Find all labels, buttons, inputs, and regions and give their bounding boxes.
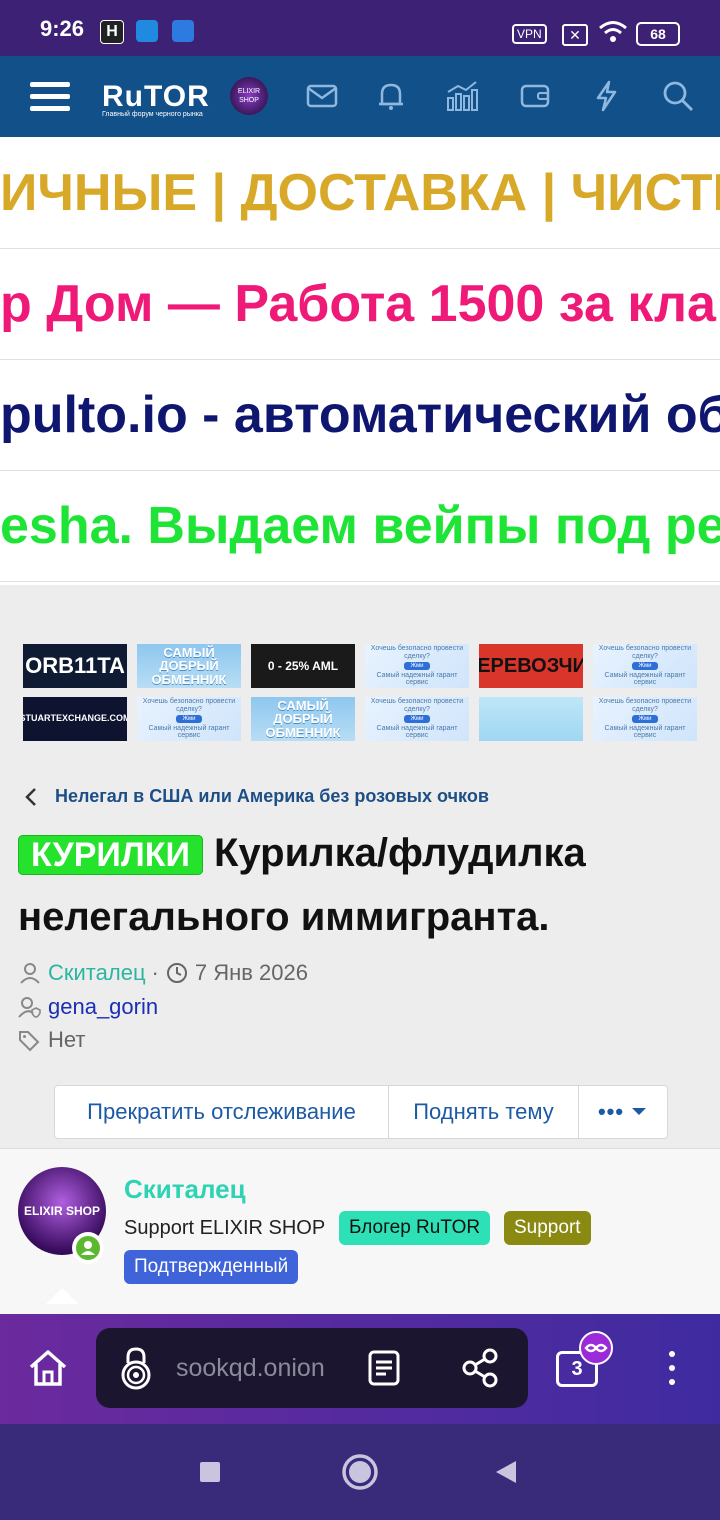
wifi-icon: [599, 21, 627, 42]
post-user-title: Support ELIXIR SHOP: [124, 1217, 326, 1239]
breadcrumb[interactable]: Нелегал в США или Америка без розовых оч…: [55, 786, 489, 807]
thread-title-line2: нелегального иммигранта.: [18, 895, 550, 939]
more-options-button[interactable]: •••: [579, 1086, 667, 1138]
no-sim-icon: ✕: [562, 24, 588, 46]
ad-garant-title: Хочешь безопасно провести сделку?: [370, 645, 464, 660]
thread-author[interactable]: Скиталец: [48, 960, 146, 986]
ad-garant-title: Хочешь безопасно провести сделку?: [142, 698, 236, 713]
ad-garant-button: Жми: [176, 714, 202, 724]
ad-garant-sub: Самый надежный гарант сервис: [604, 672, 686, 687]
thread-tags-row: Нет: [18, 1027, 85, 1053]
wallet-icon[interactable]: [517, 78, 553, 114]
lightning-icon[interactable]: [588, 78, 624, 114]
ad-garant-sub: Самый надежный гарант сервис: [376, 672, 458, 687]
ad-blank[interactable]: [479, 697, 583, 741]
badge-blogger: Блогер RuTOR: [339, 1211, 491, 1245]
chevron-left-icon[interactable]: [22, 786, 40, 808]
thread-prefix-tag[interactable]: КУРИЛКИ: [18, 835, 203, 875]
vpn-indicator: VPN: [512, 24, 547, 44]
post-username[interactable]: Скиталец: [124, 1174, 246, 1205]
ad-garant-button: Жми: [404, 661, 430, 671]
ad-garant[interactable]: Хочешь безопасно провести сделку? Жми Самы…: [593, 697, 697, 741]
site-logo[interactable]: RuTOR: [102, 80, 210, 114]
bell-icon[interactable]: [373, 78, 409, 114]
ad-garant-button: Жми: [404, 714, 430, 724]
ad-aml[interactable]: 0 - 25% AML: [251, 644, 355, 688]
user-avatar[interactable]: ELIXIR SHOP: [230, 77, 268, 115]
ad-dobry-obmennik[interactable]: САМЫЙ ДОБРЫЙ ОБМЕННИК: [251, 697, 355, 741]
battery-indicator: 68: [636, 22, 680, 46]
thread-tags: Нет: [48, 1027, 86, 1052]
user-icon: [20, 963, 40, 984]
user-shield-icon: [18, 997, 41, 1018]
ad-banner-4[interactable]: esha. Выдаем вейпы под реа: [0, 471, 720, 582]
ad-garant-button: Жми: [632, 661, 658, 671]
more-dots-icon: •••: [597, 1099, 625, 1124]
thread-actions: Прекратить отслеживание Поднять тему •••: [54, 1085, 668, 1139]
badge-verified: Подтвержденный: [124, 1250, 299, 1284]
search-icon[interactable]: [660, 78, 696, 114]
ad-garant-sub: Самый надежный гарант сервис: [604, 725, 686, 740]
menu-icon[interactable]: [30, 78, 70, 114]
ad-garant[interactable]: Хочешь безопасно провести сделку? Жми Самы…: [137, 697, 241, 741]
private-mode-icon: [579, 1331, 613, 1365]
ad-stuart-exchange[interactable]: STUARTEXCHANGE.COM: [23, 697, 127, 741]
online-status-icon: [72, 1232, 104, 1264]
bump-thread-button[interactable]: Поднять тему: [389, 1086, 579, 1138]
onion-lock-icon[interactable]: [118, 1345, 154, 1391]
logo-tagline: Главный форум черного рынка: [102, 111, 203, 118]
clock-icon: [166, 963, 187, 983]
ad-garant[interactable]: Хочешь безопасно провести сделку? Жми Самы…: [365, 697, 469, 741]
thread-meta: Скиталец · 7 Янв 2026: [18, 960, 308, 986]
status-bar: 9:26 H VPN ✕ 68: [0, 0, 720, 56]
ad-banner-3[interactable]: pulto.io - автоматический об: [0, 360, 720, 471]
back-icon[interactable]: [492, 1458, 520, 1486]
home-nav-icon[interactable]: [340, 1452, 380, 1492]
more-vertical-icon[interactable]: [660, 1346, 684, 1390]
share-icon[interactable]: [458, 1346, 502, 1390]
ad-dobry-obmennik[interactable]: САМЫЙ ДОБРЫЙ ОБМЕННИК: [137, 644, 241, 688]
ad-garant-sub: Самый надежный гарант сервис: [148, 725, 230, 740]
unwatch-button[interactable]: Прекратить отслеживание: [55, 1086, 389, 1138]
thread-title: КУРИЛКИ Курилка/флудилка нелегального им…: [18, 822, 708, 948]
ad-orbita[interactable]: ORB11TA: [23, 644, 127, 688]
ad-banner-1[interactable]: ИЧНЫЕ | ДОСТАВКА | ЧИСТК: [0, 138, 720, 249]
thread-moderator-row: gena_gorin: [18, 994, 158, 1020]
home-icon[interactable]: [26, 1346, 70, 1390]
ad-garant-title: Хочешь безопасно провести сделку?: [598, 698, 692, 713]
chevron-down-icon: [632, 1108, 647, 1115]
ad-perevozchik[interactable]: ПЕРЕВОЗЧИК: [479, 644, 583, 688]
stats-icon[interactable]: [444, 78, 480, 114]
thread-moderator[interactable]: gena_gorin: [48, 994, 158, 1020]
mi-notification-icon: [136, 20, 158, 42]
recents-icon[interactable]: [198, 1460, 222, 1484]
mail-icon[interactable]: [304, 78, 340, 114]
thread-title-line1: Курилка/флудилка: [214, 831, 586, 875]
wallet-notification-icon: [172, 20, 194, 42]
ad-garant[interactable]: Хочешь безопасно провести сделку? Жми Самы…: [365, 644, 469, 688]
ad-garant-title: Хочешь безопасно провести сделку?: [598, 645, 692, 660]
ad-garant-title: Хочешь безопасно провести сделку?: [370, 698, 464, 713]
ad-banner-2[interactable]: р Дом — Работа 1500 за кла: [0, 249, 720, 360]
ad-garant-button: Жми: [632, 714, 658, 724]
ad-garant-sub: Самый надежный гарант сервис: [376, 725, 458, 740]
tags-icon: [19, 1031, 40, 1052]
app-notification-icon: H: [100, 20, 124, 44]
ad-garant[interactable]: Хочешь безопасно провести сделку? Жми Самы…: [593, 644, 697, 688]
meta-separator: ·: [151, 960, 159, 985]
status-time: 9:26: [40, 16, 85, 41]
post-arrow: [46, 1288, 78, 1304]
reader-mode-icon[interactable]: [364, 1348, 404, 1388]
url-text[interactable]: sookqd.onion: [176, 1354, 336, 1383]
thread-date: 7 Янв 2026: [194, 960, 309, 985]
badge-support: Support: [504, 1211, 591, 1245]
